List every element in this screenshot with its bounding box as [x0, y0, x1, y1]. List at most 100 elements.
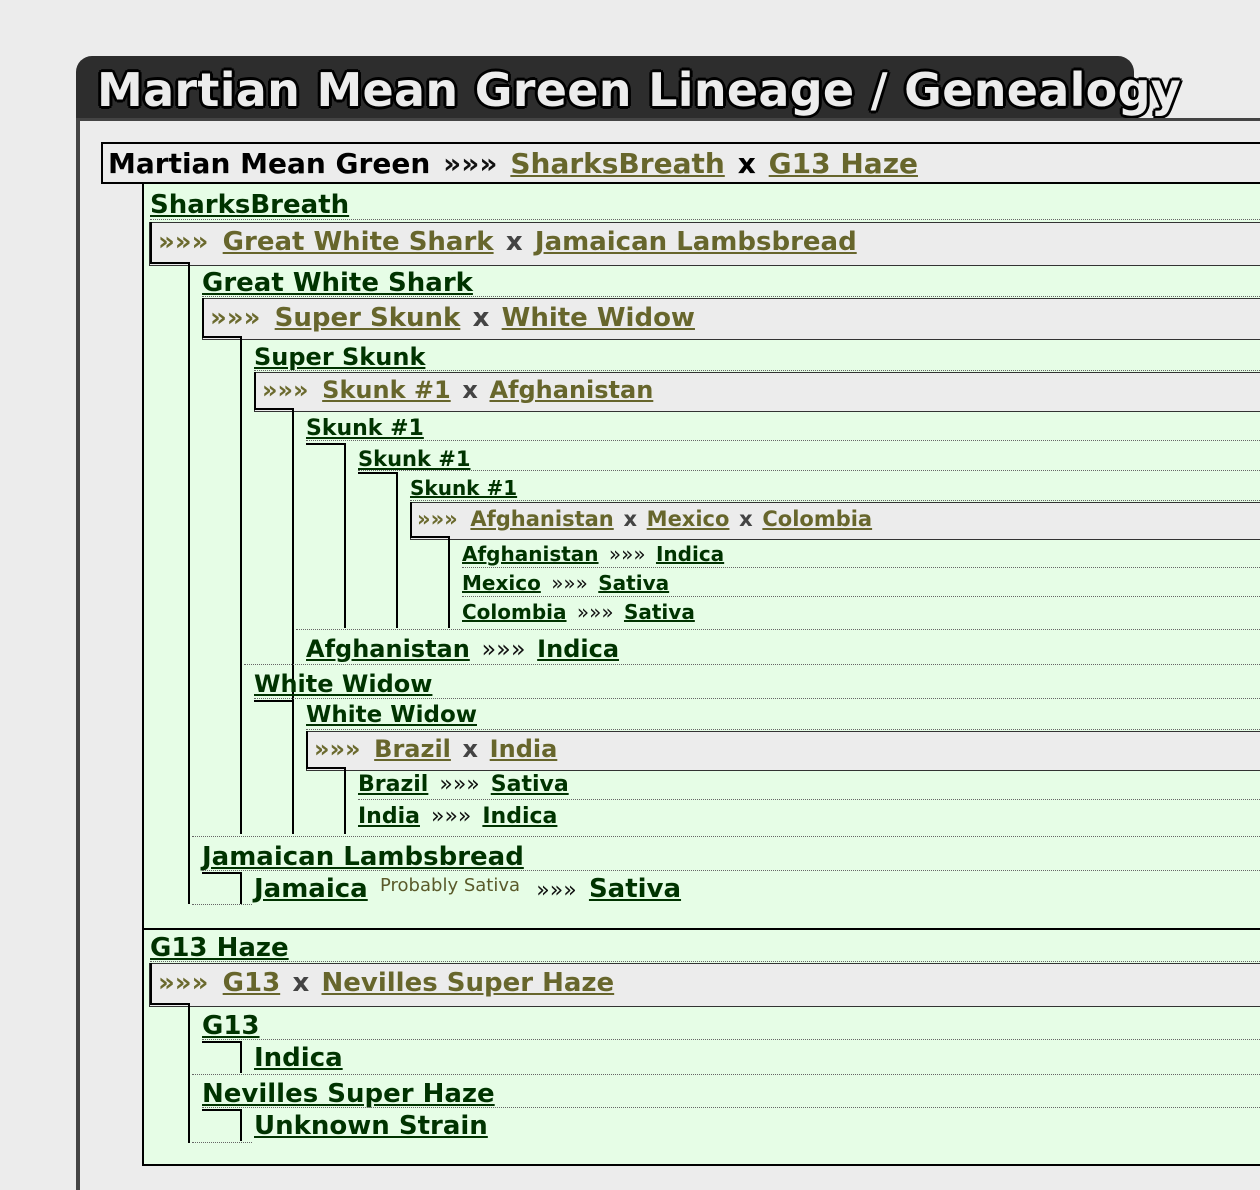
divider — [192, 904, 252, 905]
divider — [306, 440, 1260, 441]
divider — [358, 470, 1260, 471]
divider — [150, 219, 1260, 220]
unknown-strain-link[interactable]: Unknown Strain — [254, 1111, 488, 1141]
root-row-content: Martian Mean Green »»» SharksBreath x G1… — [108, 147, 918, 180]
landrace-row: India »»» Indica — [358, 804, 557, 829]
cross-x: x — [623, 507, 637, 531]
landrace-arrow: »»» — [551, 571, 588, 595]
cross-arrow: »»» — [262, 376, 309, 404]
landrace-name-link[interactable]: Colombia — [462, 600, 567, 624]
divider — [192, 1142, 252, 1143]
jamaican-lambsbread-name-link[interactable]: Jamaican Lambsbread — [202, 842, 524, 872]
jamaican-lambsbread-link[interactable]: Jamaican Lambsbread — [535, 227, 857, 257]
tree-line — [202, 336, 242, 338]
tree-line — [240, 1109, 242, 1141]
landrace-type-link[interactable]: Sativa — [598, 571, 669, 595]
brazil-link[interactable]: Brazil — [374, 735, 451, 763]
landrace-row: Colombia »»» Sativa — [462, 600, 695, 624]
tree-line — [240, 872, 242, 904]
white-widow-name-link[interactable]: White Widow — [254, 670, 432, 698]
afghanistan-link[interactable]: Afghanistan — [470, 507, 613, 531]
cross-x: x — [739, 507, 753, 531]
tree-line — [240, 1041, 242, 1073]
landrace-arrow: »»» — [439, 772, 480, 797]
white-widow-link[interactable]: White Widow — [502, 303, 695, 333]
skunk1-b-row: Skunk #1 — [358, 447, 470, 471]
mexico-link[interactable]: Mexico — [647, 507, 730, 531]
skunk1-c-row: Skunk #1 — [410, 476, 517, 500]
tree-line — [150, 963, 152, 1005]
nevilles-super-haze-link[interactable]: Nevilles Super Haze — [322, 968, 615, 998]
colombia-link[interactable]: Colombia — [762, 507, 872, 531]
divider — [202, 1107, 1260, 1108]
g13haze-link[interactable]: G13 Haze — [150, 933, 289, 963]
super-skunk-link[interactable]: Super Skunk — [275, 303, 461, 333]
landrace-type-link[interactable]: Sativa — [491, 772, 569, 797]
skunk1-a-link[interactable]: Skunk #1 — [306, 416, 424, 441]
divider — [254, 370, 1260, 371]
tree-line — [292, 408, 294, 834]
landrace-name-link[interactable]: Brazil — [358, 772, 428, 797]
jamaica-link[interactable]: Jamaica — [254, 874, 368, 904]
great-white-shark-link[interactable]: Great White Shark — [223, 227, 494, 257]
landrace-arrow: »»» — [576, 600, 614, 624]
tree-line — [188, 262, 190, 904]
landrace-name-link[interactable]: India — [358, 804, 420, 829]
divider — [202, 296, 1260, 297]
great-white-shark-header: Great White Shark — [202, 268, 473, 298]
landrace-type-link[interactable]: Sativa — [624, 600, 695, 624]
nsh-child-row: Unknown Strain — [254, 1111, 488, 1141]
tree-line — [202, 1041, 242, 1043]
landrace-arrow: »»» — [481, 635, 526, 663]
sativa-link[interactable]: Sativa — [589, 874, 681, 904]
nevilles-super-haze-header: Nevilles Super Haze — [202, 1079, 495, 1109]
probably-sativa-note: Probably Sativa — [380, 875, 521, 896]
great-white-shark-name-link[interactable]: Great White Shark — [202, 268, 473, 298]
divider — [358, 799, 1260, 800]
tree-line — [188, 1003, 190, 1143]
landrace-row: Mexico »»» Sativa — [462, 571, 669, 595]
tree-line — [150, 222, 152, 264]
g13haze-header: G13 Haze — [150, 933, 289, 963]
white-widow-cross-row: »»» Brazil x India — [314, 735, 557, 763]
landrace-name-link[interactable]: Afghanistan — [462, 542, 599, 566]
g13-name-link[interactable]: G13 — [202, 1011, 260, 1041]
g13-link[interactable]: G13 — [223, 968, 281, 998]
root-cross-x: x — [737, 147, 756, 180]
white-widow-sub-link[interactable]: White Widow — [306, 702, 477, 728]
landrace-type-link[interactable]: Indica — [656, 542, 724, 566]
india-link[interactable]: India — [490, 735, 558, 763]
super-skunk-name-link[interactable]: Super Skunk — [254, 343, 425, 371]
landrace-row: Brazil »»» Sativa — [358, 772, 569, 797]
afghanistan-name-link[interactable]: Afghanistan — [306, 635, 470, 663]
divider — [254, 698, 1260, 699]
skunk1-a-row: Skunk #1 — [306, 416, 424, 441]
indica-link[interactable]: Indica — [254, 1043, 343, 1073]
tree-line — [358, 472, 398, 474]
cross-x: x — [462, 376, 478, 404]
cross-arrow: »»» — [210, 303, 261, 333]
tree-line — [254, 372, 256, 410]
tree-line — [150, 1003, 190, 1005]
landrace-type-link[interactable]: Indica — [482, 804, 557, 829]
sharksbreath-header: SharksBreath — [150, 190, 349, 220]
skunk1-link[interactable]: Skunk #1 — [322, 376, 451, 404]
root-parent-g13haze-link[interactable]: G13 Haze — [769, 147, 918, 180]
jamaica-row: Jamaica Probably Sativa »»» Sativa — [254, 874, 681, 904]
cross-x: x — [505, 227, 523, 257]
skunk1-b-link[interactable]: Skunk #1 — [358, 447, 470, 471]
afghanistan-row: Afghanistan »»» Indica — [306, 635, 619, 663]
landrace-name-link[interactable]: Mexico — [462, 571, 541, 595]
divider — [410, 500, 1260, 501]
root-parent-sharksbreath-link[interactable]: SharksBreath — [510, 147, 724, 180]
divider — [462, 596, 1260, 597]
afghanistan-link[interactable]: Afghanistan — [489, 376, 653, 404]
nevilles-super-haze-name-link[interactable]: Nevilles Super Haze — [202, 1079, 495, 1109]
sharksbreath-link[interactable]: SharksBreath — [150, 190, 349, 220]
skunk1-cross-row: »»» Afghanistan x Mexico x Colombia — [417, 507, 872, 531]
skunk1-c-link[interactable]: Skunk #1 — [410, 476, 517, 500]
divider — [202, 1039, 1260, 1040]
divider — [462, 567, 1260, 568]
tree-line — [202, 1109, 242, 1111]
indica-link[interactable]: Indica — [537, 635, 619, 663]
